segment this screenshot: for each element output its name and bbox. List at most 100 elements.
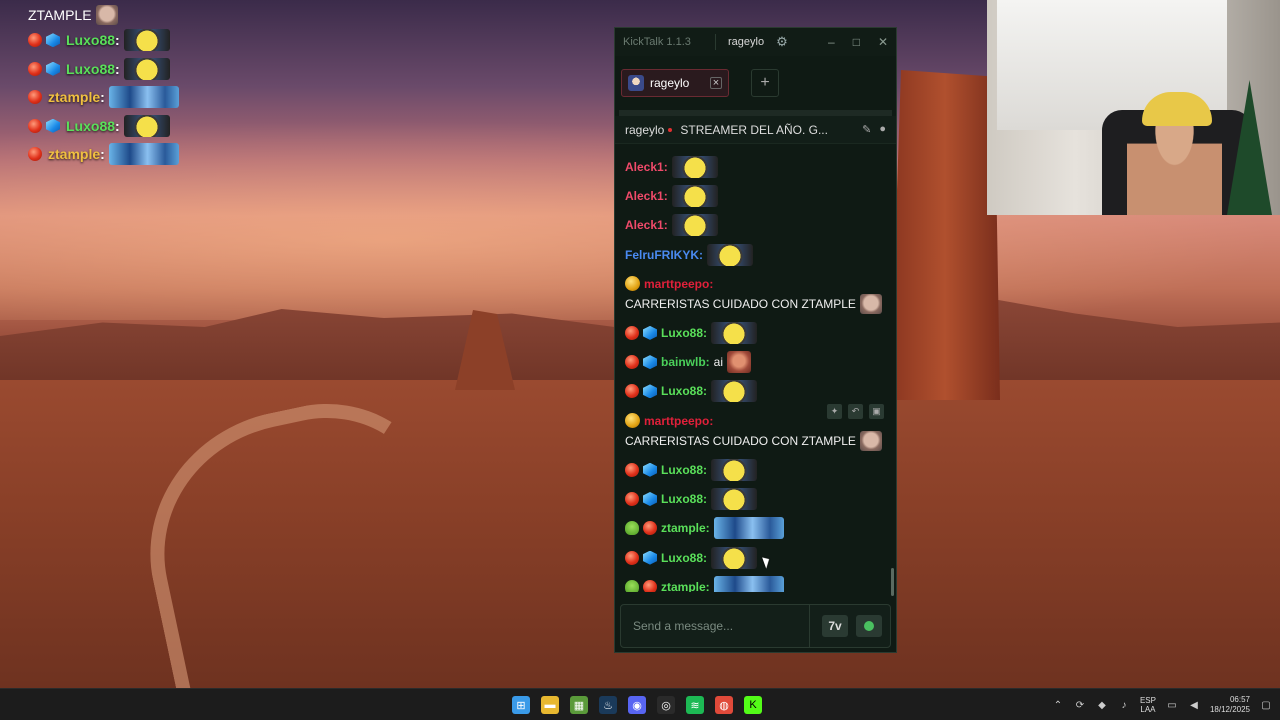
stream-chat-overlay: ZTAMPLE Luxo88: Luxo88: ztample: Luxo88: zta… [28,4,208,169]
notification-icon[interactable]: ▢ [1260,699,1272,711]
overlay-colon: : [115,32,120,49]
shield-icon[interactable]: ◆ [1096,699,1108,711]
chrome-icon[interactable]: ◍ [715,696,733,714]
cube-badge-icon [643,492,657,507]
spotify-icon[interactable]: ≋ [686,696,704,714]
maximize-button[interactable]: □ [853,35,860,49]
clock-date: 18/12/2025 [1209,705,1250,714]
add-tab-button[interactable]: + [751,69,779,97]
file-explorer-icon[interactable]: ▬ [541,696,559,714]
chat-message[interactable]: Luxo88: [625,455,886,484]
red-badge-icon [625,384,639,399]
message-text: CARRERISTAS CUIDADO CON ZTAMPLE [625,433,856,448]
duo-emote-icon [108,143,179,166]
overlay-line: ztample: [28,140,208,169]
minecraft-icon[interactable]: ▦ [570,696,588,714]
volume-icon[interactable]: ◀ [1188,699,1200,711]
reply-icon[interactable]: ↶ [848,404,863,419]
steam-icon[interactable]: ♨ [599,696,617,714]
scrollbar[interactable] [891,568,894,596]
overlay-line: Luxo88: [28,112,208,141]
chat-message[interactable]: Luxo88: [625,484,886,513]
duo-emote-icon [713,575,784,592]
overlay-lines: Luxo88: Luxo88: ztample: Luxo88: ztample: [28,26,208,169]
message-username[interactable]: Luxo88: [661,489,707,509]
message-username[interactable]: Aleck1: [625,215,668,235]
chat-message[interactable]: Luxo88: [625,543,886,572]
message-username[interactable]: ztample: [661,518,710,538]
coin-badge-icon [625,413,640,429]
user-icon[interactable]: ● [879,123,886,136]
close-icon[interactable]: × [710,77,722,89]
language-code: ESP [1139,696,1156,705]
chat-messages[interactable]: Aleck1: Aleck1: Aleck1: FelruFRIKYK: marttpe… [615,152,896,592]
chat-message[interactable]: Aleck1: [625,181,886,210]
copy-icon[interactable]: ▣ [869,404,884,419]
kick-icon[interactable]: K [744,696,762,714]
overlay-line: Luxo88: [28,26,208,55]
minion-emote-icon [711,488,758,511]
7tv-emote-button[interactable]: 7v [822,615,848,637]
face-emote-icon [95,5,118,25]
chat-message[interactable]: ztample: [625,572,886,592]
message-username[interactable]: FelruFRIKYK: [625,245,703,265]
clock-time: 06:57 [1229,695,1250,704]
red-emote-icon [727,351,752,374]
overlay-colon: : [100,146,105,163]
channel-actions: ✎ ● [862,123,886,136]
network-icon[interactable]: ▭ [1166,699,1178,711]
minion-emote-icon [711,546,758,569]
chat-message[interactable]: Luxo88: [625,377,886,406]
minion-emote-icon [671,214,718,237]
chat-message[interactable]: Aleck1: [625,211,886,240]
title-bar[interactable]: KickTalk 1.1.3 rageylo ⚙ – □ ✕ [615,28,896,56]
message-username[interactable]: Luxo88: [661,381,707,401]
message-username[interactable]: Aleck1: [625,157,668,177]
chat-message[interactable]: ztample: [625,514,886,543]
kick-emote-button[interactable] [856,615,882,637]
pin-icon[interactable]: ✎ [862,123,871,136]
chat-message[interactable]: Aleck1: [625,152,886,181]
discord-icon[interactable]: ◉ [628,696,646,714]
emote-buttons: 7v [809,605,890,647]
message-username[interactable]: marttpeepo: [644,411,713,431]
message-composer: 7v [620,604,891,648]
tab-label: rageylo [650,76,690,90]
tab-rageylo[interactable]: rageylo × [621,69,729,97]
channel-name[interactable]: rageylo [625,123,664,137]
cube-badge-icon [643,325,657,340]
message-input[interactable] [633,619,803,633]
overlay-username: ztample [48,89,101,106]
red-badge-icon [28,61,42,76]
sync-icon[interactable]: ⟳ [1074,699,1086,711]
channel-info-bar: rageylo STREAMER DEL AÑO. G... ✎ ● [615,116,896,144]
message-username[interactable]: Luxo88: [661,460,707,480]
microphone-icon[interactable]: ♪ [1118,699,1130,711]
gear-icon[interactable]: ⚙ [776,34,788,50]
app-title: KickTalk 1.1.3 [623,36,691,48]
message-username[interactable]: marttpeepo: [644,274,713,294]
message-username[interactable]: bainwlb: [661,352,710,372]
message-username[interactable]: ztample: [661,577,710,592]
language-indicator[interactable]: ESP LAA [1140,696,1156,714]
clock[interactable]: 06:57 18/12/2025 [1210,695,1250,715]
message-username[interactable]: Aleck1: [625,186,668,206]
pin-message-icon[interactable]: ✦ [827,404,842,419]
red-badge-icon [625,550,639,565]
minion-emote-icon [123,57,170,80]
message-username[interactable]: Luxo88: [661,548,707,568]
windows-start-icon[interactable]: ⊞ [512,696,530,714]
current-user[interactable]: rageylo [715,34,764,50]
chat-message[interactable]: marttpeepo: CARRERISTAS CUIDADO CON ZTAMP… [625,269,886,318]
chevron-up-icon[interactable]: ⌃ [1052,699,1064,711]
chat-message[interactable]: bainwlb: ai [625,347,886,376]
obs-icon[interactable]: ◎ [657,696,675,714]
red-badge-icon [643,579,657,592]
chat-message[interactable]: FelruFRIKYK: [625,240,886,269]
message-username[interactable]: Luxo88: [661,323,707,343]
alien-badge-icon [625,579,639,592]
chat-message[interactable]: Luxo88: [625,318,886,347]
minimize-button[interactable]: – [828,35,835,49]
close-button[interactable]: ✕ [878,35,888,49]
red-badge-icon [28,147,42,162]
